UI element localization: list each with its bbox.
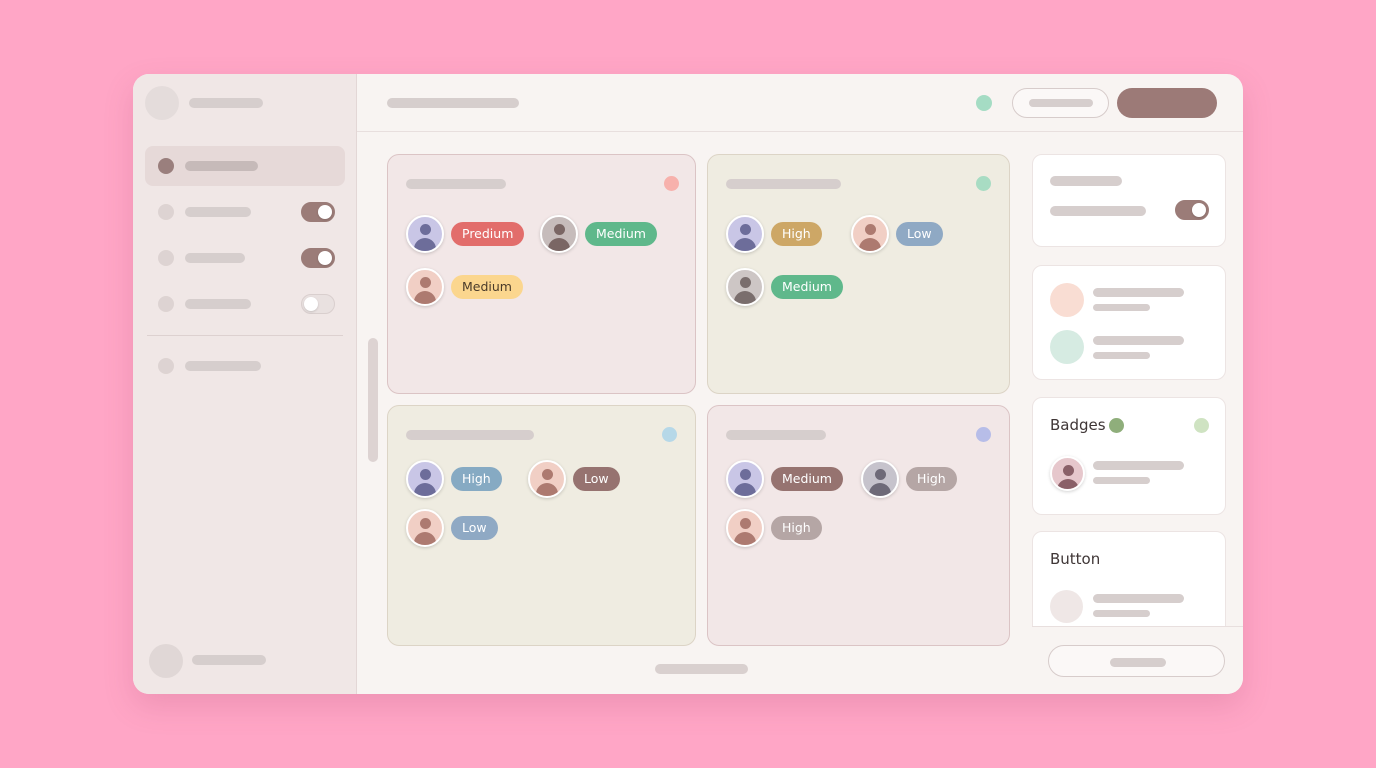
workspace-avatar[interactable] bbox=[145, 86, 179, 120]
card-title-placeholder bbox=[406, 430, 534, 440]
badge-status-dot bbox=[1194, 418, 1209, 433]
sidebar-item-icon bbox=[158, 296, 174, 312]
priority-badge: Medium bbox=[585, 222, 657, 246]
card-title-placeholder bbox=[726, 430, 826, 440]
priority-badge: Low bbox=[896, 222, 943, 246]
card-title-placeholder bbox=[726, 179, 841, 189]
assignee-avatar bbox=[726, 215, 764, 253]
footer-button[interactable] bbox=[1048, 645, 1225, 677]
primary-button[interactable] bbox=[1117, 88, 1217, 118]
workspace-name-placeholder bbox=[189, 98, 263, 108]
assignee-avatar bbox=[406, 460, 444, 498]
card-status-dot bbox=[662, 427, 677, 442]
sidebar-item-1[interactable] bbox=[145, 146, 345, 186]
sidebar-item-label-placeholder bbox=[185, 161, 258, 171]
assignee-avatar bbox=[406, 509, 444, 547]
sidebar-item-icon bbox=[158, 250, 174, 266]
sidebar-item-icon bbox=[158, 158, 174, 174]
assignee-avatar bbox=[528, 460, 566, 498]
sidebar-item-4[interactable] bbox=[145, 284, 345, 324]
contact-name-placeholder bbox=[1093, 288, 1184, 297]
assignee-avatar bbox=[540, 215, 578, 253]
sidebar-item-5[interactable] bbox=[145, 346, 345, 386]
scrollbar[interactable] bbox=[368, 338, 378, 462]
sidebar-item-icon bbox=[158, 358, 174, 374]
priority-badge: Medium bbox=[451, 275, 523, 299]
right-panel-footer bbox=[1032, 626, 1243, 694]
assignee-avatar bbox=[726, 268, 764, 306]
top-header bbox=[357, 74, 1243, 132]
priority-badge: High bbox=[771, 222, 822, 246]
secondary-button[interactable] bbox=[1012, 88, 1109, 118]
settings-label-placeholder bbox=[1050, 206, 1146, 216]
button-card-avatar bbox=[1050, 590, 1083, 623]
badges-meta-placeholder bbox=[1093, 477, 1150, 484]
card-status-dot bbox=[976, 427, 991, 442]
button-card-title: Button bbox=[1050, 550, 1101, 568]
badges-name-placeholder bbox=[1093, 461, 1184, 470]
task-card-4[interactable]: Medium High High bbox=[707, 405, 1010, 646]
assignee-avatar bbox=[406, 215, 444, 253]
assignee-avatar bbox=[406, 268, 444, 306]
button-card-meta-placeholder bbox=[1093, 610, 1150, 617]
user-name-placeholder bbox=[192, 655, 266, 665]
badges-card-title: Badges bbox=[1050, 416, 1106, 434]
task-card-2[interactable]: High Low Medium bbox=[707, 154, 1010, 394]
assignee-avatar bbox=[726, 460, 764, 498]
user-avatar[interactable] bbox=[149, 644, 183, 678]
contact-avatar bbox=[1050, 283, 1084, 317]
task-card-3[interactable]: High Low Low bbox=[387, 405, 696, 646]
status-dot bbox=[976, 95, 992, 111]
pagination-indicator[interactable] bbox=[655, 664, 748, 674]
settings-title-placeholder bbox=[1050, 176, 1122, 186]
sidebar-item-label-placeholder bbox=[185, 361, 261, 371]
assignee-avatar bbox=[861, 460, 899, 498]
sidebar bbox=[133, 74, 357, 694]
sidebar-divider bbox=[147, 335, 343, 336]
sidebar-item-toggle[interactable] bbox=[301, 248, 335, 268]
priority-badge: High bbox=[906, 467, 957, 491]
settings-toggle[interactable] bbox=[1175, 200, 1209, 220]
sidebar-item-toggle[interactable] bbox=[301, 294, 335, 314]
sidebar-item-2[interactable] bbox=[145, 192, 345, 232]
card-title-placeholder bbox=[406, 179, 506, 189]
sidebar-item-label-placeholder bbox=[185, 207, 251, 217]
task-card-1[interactable]: Predium Medium Medium bbox=[387, 154, 696, 394]
priority-badge: Low bbox=[573, 467, 620, 491]
button-card-name-placeholder bbox=[1093, 594, 1184, 603]
assignee-avatar bbox=[726, 509, 764, 547]
app-window: Predium Medium Medium High Low Medium Hi… bbox=[133, 74, 1243, 694]
priority-badge: Predium bbox=[451, 222, 525, 246]
sidebar-item-label-placeholder bbox=[185, 253, 245, 263]
priority-badge: Low bbox=[451, 516, 498, 540]
priority-badge: High bbox=[451, 467, 502, 491]
contact-avatar bbox=[1050, 330, 1084, 364]
contacts-card bbox=[1032, 265, 1226, 380]
settings-card bbox=[1032, 154, 1226, 247]
card-status-dot bbox=[664, 176, 679, 191]
priority-badge: High bbox=[771, 516, 822, 540]
badges-card: Badges bbox=[1032, 397, 1226, 515]
priority-badge: Medium bbox=[771, 275, 843, 299]
sidebar-item-3[interactable] bbox=[145, 238, 345, 278]
assignee-avatar bbox=[851, 215, 889, 253]
priority-badge: Medium bbox=[771, 467, 843, 491]
card-status-dot bbox=[976, 176, 991, 191]
contact-meta-placeholder bbox=[1093, 304, 1150, 311]
sidebar-item-icon bbox=[158, 204, 174, 220]
contact-name-placeholder bbox=[1093, 336, 1184, 345]
badges-avatar bbox=[1050, 456, 1085, 491]
badge-status-dot bbox=[1109, 418, 1124, 433]
page-title-placeholder bbox=[387, 98, 519, 108]
sidebar-item-label-placeholder bbox=[185, 299, 251, 309]
contact-meta-placeholder bbox=[1093, 352, 1150, 359]
sidebar-item-toggle[interactable] bbox=[301, 202, 335, 222]
